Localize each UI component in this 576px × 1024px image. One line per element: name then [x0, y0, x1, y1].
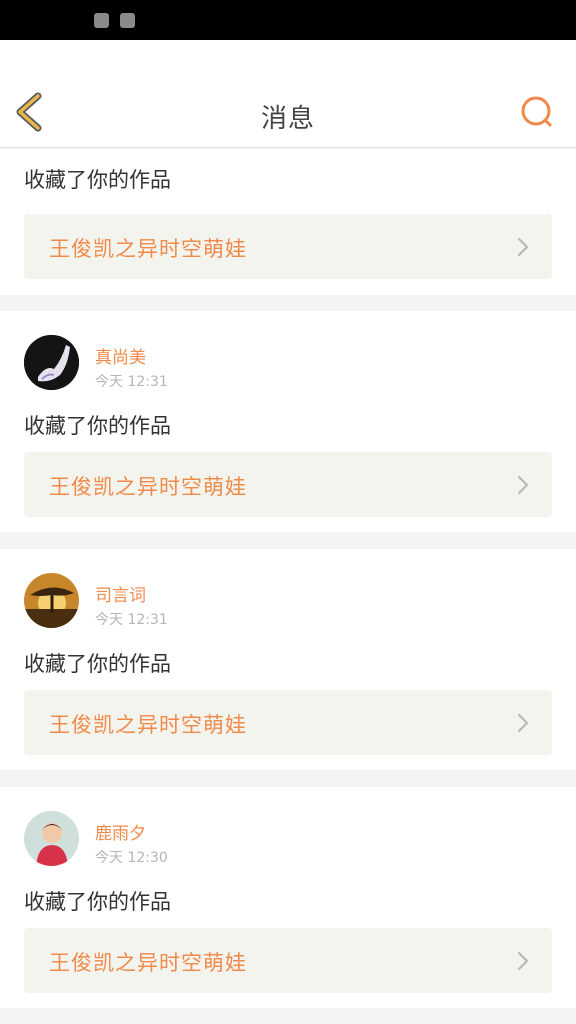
- page-title: 消息: [260, 104, 315, 134]
- work-title: 王俊凯之异时空萌娃: [49, 951, 247, 975]
- search-button[interactable]: [516, 92, 556, 132]
- message-item: 收藏了你的作品 王俊凯之异时空萌娃: [0, 149, 576, 295]
- work-link[interactable]: 王俊凯之异时空萌娃: [24, 452, 552, 517]
- chevron-right-icon: [517, 237, 529, 257]
- username[interactable]: 鹿雨夕: [95, 819, 146, 844]
- avatar-image: [24, 811, 79, 866]
- message-action-text: 收藏了你的作品: [24, 168, 171, 192]
- notification-icon: [94, 13, 109, 28]
- message-action-text: 收藏了你的作品: [24, 890, 171, 914]
- message-item: 鹿雨夕 今天 12:30 收藏了你的作品 王俊凯之异时空萌娃: [0, 787, 576, 1008]
- notification-icon: [120, 13, 135, 28]
- timestamp: 今天 12:31: [95, 374, 168, 390]
- timestamp: 今天 12:31: [95, 612, 168, 628]
- message-action-text: 收藏了你的作品: [24, 414, 171, 438]
- work-link[interactable]: 王俊凯之异时空萌娃: [24, 690, 552, 755]
- work-title: 王俊凯之异时空萌娃: [49, 237, 247, 261]
- username[interactable]: 真尚美: [95, 343, 146, 368]
- search-icon: [521, 96, 552, 127]
- status-bar: [0, 0, 576, 40]
- avatar-image: [24, 573, 79, 628]
- avatar[interactable]: [24, 335, 79, 390]
- timestamp: 今天 12:30: [95, 850, 168, 866]
- chevron-right-icon: [517, 951, 529, 971]
- message-action-text: 收藏了你的作品: [24, 652, 171, 676]
- work-title: 王俊凯之异时空萌娃: [49, 475, 247, 499]
- message-item: 司言词 今天 12:31 收藏了你的作品 王俊凯之异时空萌娃: [0, 549, 576, 770]
- chevron-right-icon: [517, 713, 529, 733]
- username[interactable]: 司言词: [95, 581, 146, 606]
- avatar[interactable]: [24, 573, 79, 628]
- header-bar: 消息: [0, 40, 576, 148]
- avatar-image: [24, 335, 79, 390]
- avatar[interactable]: [24, 811, 79, 866]
- message-list[interactable]: 收藏了你的作品 王俊凯之异时空萌娃 真尚美 今天 12:31 收藏了你的作品 王…: [0, 149, 576, 1024]
- work-link[interactable]: 王俊凯之异时空萌娃: [24, 928, 552, 993]
- message-item: 真尚美 今天 12:31 收藏了你的作品 王俊凯之异时空萌娃: [0, 311, 576, 532]
- work-title: 王俊凯之异时空萌娃: [49, 713, 247, 737]
- work-link[interactable]: 王俊凯之异时空萌娃: [24, 214, 552, 279]
- chevron-right-icon: [517, 475, 529, 495]
